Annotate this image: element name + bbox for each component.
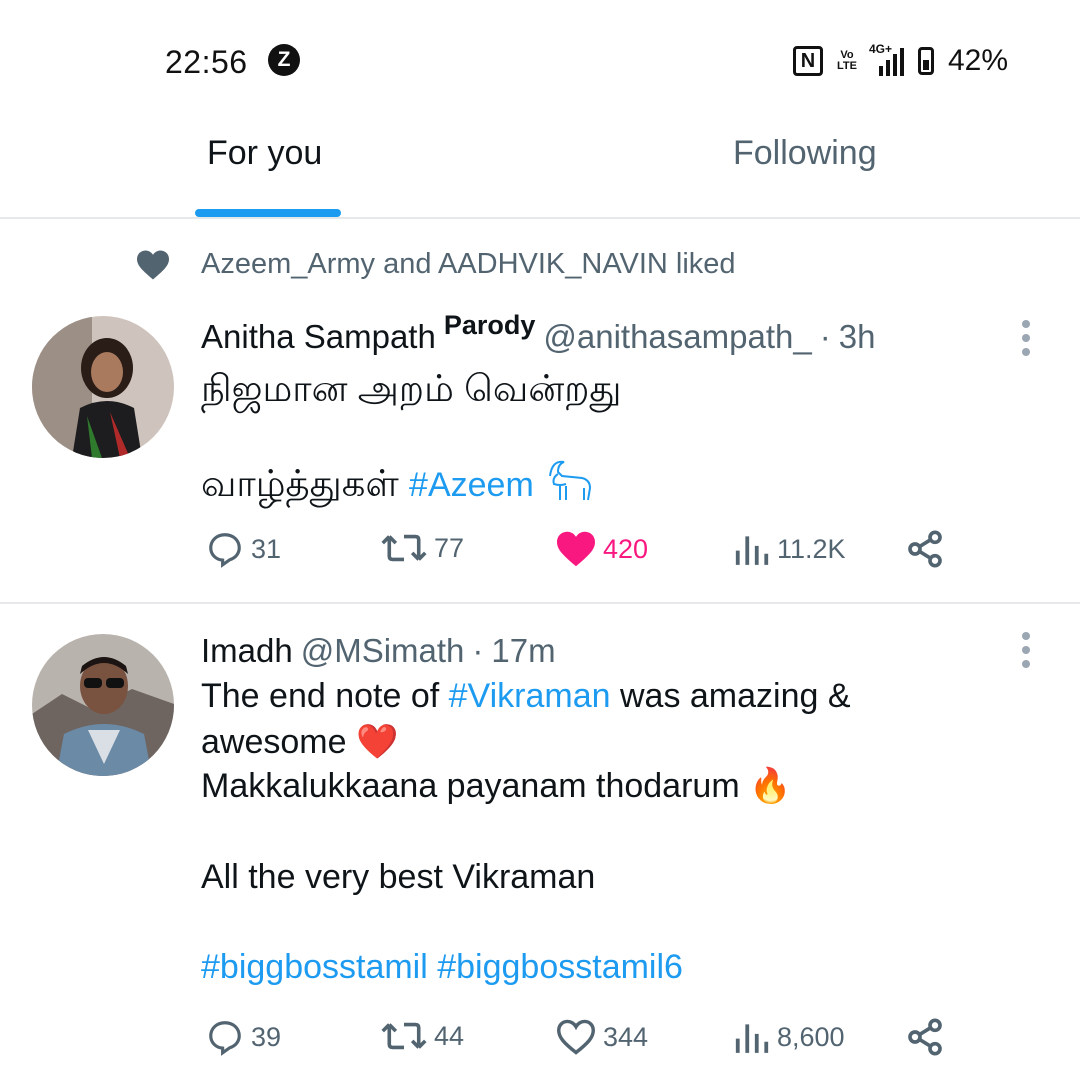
- reply-icon: [209, 1021, 241, 1056]
- retweet-icon: [381, 534, 427, 562]
- status-time: 22:56: [165, 44, 248, 80]
- goat-emoji-icon: [549, 460, 592, 501]
- retweet-count: 77: [434, 532, 465, 563]
- tweet-divider: [0, 602, 1080, 604]
- social-context-text: Azeem_Army and AADHVIK_NAVIN liked: [201, 248, 736, 280]
- tweet-text: The end note of: [201, 677, 449, 715]
- heart-filled-icon: [557, 531, 595, 567]
- tab-following[interactable]: Following: [733, 134, 877, 173]
- tweet-text: வாழ்த்துகள்: [201, 463, 399, 504]
- display-name[interactable]: Anitha Sampath: [201, 318, 436, 356]
- tweet-text-line: வாழ்த்துகள் #Azeem: [201, 456, 594, 508]
- tweet-text: Makkalukkaana payanam thodarum: [201, 767, 740, 805]
- tweet-text-line: Makkalukkaana payanam thodarum 🔥: [201, 764, 791, 809]
- like-count: 344: [603, 1021, 649, 1052]
- share-button[interactable]: [905, 1016, 945, 1058]
- timestamp[interactable]: 3h: [839, 318, 876, 356]
- battery-icon: [917, 47, 934, 75]
- tab-for-you[interactable]: For you: [207, 134, 322, 173]
- volte-icon: Vo LTE: [836, 49, 857, 72]
- battery-percent: 42%: [947, 44, 1008, 77]
- reply-button[interactable]: 31: [205, 530, 281, 568]
- retweet-button[interactable]: 77: [380, 530, 464, 566]
- z-app-icon: Z: [268, 44, 300, 76]
- reply-count: 31: [251, 533, 282, 564]
- views-icon: [735, 1024, 769, 1053]
- hashtag-links[interactable]: #biggbosstamil #biggbosstamil6: [201, 945, 683, 990]
- separator: ·: [819, 318, 831, 355]
- like-count: 420: [603, 533, 649, 564]
- more-options-icon[interactable]: [1021, 320, 1031, 356]
- like-button[interactable]: 344: [555, 1018, 648, 1056]
- retweet-count: 44: [434, 1020, 465, 1051]
- separator: ·: [472, 632, 484, 669]
- views-count: 11.2K: [777, 533, 846, 564]
- tweet-text-line: All the very best Vikraman: [201, 858, 596, 896]
- handle[interactable]: @MSimath: [301, 632, 465, 670]
- display-name[interactable]: Imadh: [201, 632, 293, 670]
- views-button[interactable]: 8,600: [733, 1018, 845, 1056]
- heart-icon: [137, 249, 169, 280]
- like-button[interactable]: 420: [555, 530, 648, 568]
- network-type: 4G+: [868, 42, 892, 56]
- tweet-text-line: awesome ❤️: [201, 720, 398, 765]
- signal-icon: 4G+: [869, 42, 904, 76]
- reply-button[interactable]: 39: [205, 1018, 281, 1056]
- share-icon: [908, 1018, 942, 1056]
- tweet-text: awesome: [201, 723, 347, 761]
- tweet-header: Imadh @MSimath · 17m: [201, 632, 556, 670]
- avatar[interactable]: [32, 316, 174, 458]
- tabs-divider: [0, 217, 1080, 219]
- views-button[interactable]: 11.2K: [733, 530, 846, 568]
- handle[interactable]: @anithasampath_: [543, 318, 811, 356]
- retweet-button[interactable]: 44: [380, 1018, 464, 1054]
- nfc-icon: N: [792, 46, 823, 76]
- status-icons: N Vo LTE 4G+ 42%: [792, 42, 1008, 78]
- more-options-icon[interactable]: [1021, 632, 1031, 668]
- hashtag-link[interactable]: #Azeem: [409, 466, 534, 504]
- tweet-header: Anitha Sampath Parody @anithasampath_ · …: [201, 310, 876, 356]
- share-button[interactable]: [905, 528, 945, 570]
- reply-count: 39: [251, 1021, 282, 1052]
- red-heart-emoji: ❤️: [355, 723, 399, 761]
- tweet-text: was amazing &: [610, 677, 851, 715]
- reply-icon: [209, 533, 241, 568]
- views-count: 8,600: [777, 1021, 845, 1052]
- tweet-text-line: நிஜமான அறம் வென்றது: [201, 368, 622, 409]
- timestamp[interactable]: 17m: [491, 632, 555, 670]
- avatar[interactable]: [32, 634, 174, 776]
- tweet-text-line: The end note of #Vikraman was amazing &: [201, 674, 851, 719]
- fire-emoji: 🔥: [749, 767, 792, 805]
- views-icon: [735, 536, 769, 565]
- active-tab-indicator: [195, 209, 341, 217]
- hashtag-link[interactable]: #Vikraman: [449, 677, 611, 715]
- parody-label: Parody: [443, 310, 536, 340]
- retweet-icon: [381, 1022, 427, 1050]
- share-icon: [908, 530, 942, 568]
- social-context[interactable]: Azeem_Army and AADHVIK_NAVIN liked: [135, 248, 736, 281]
- heart-outline-icon: [556, 1019, 596, 1055]
